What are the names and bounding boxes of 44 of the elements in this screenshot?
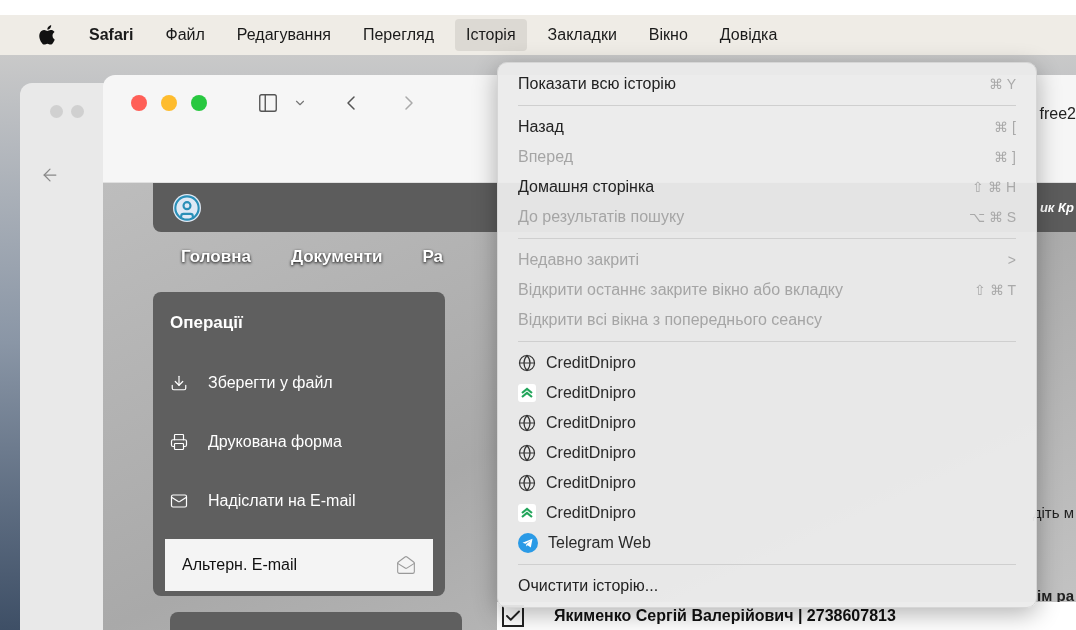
history-entry[interactable]: CreditDnipro <box>498 438 1036 468</box>
menu-bar-item[interactable]: Редагування <box>225 19 342 51</box>
chevrons-up-icon <box>518 504 536 522</box>
history-entry[interactable]: CreditDnipro <box>498 468 1036 498</box>
operation-item[interactable]: Надіслати на E-mail <box>170 471 433 531</box>
maximize-icon[interactable] <box>191 95 207 111</box>
history-entry[interactable]: Telegram Web <box>498 528 1036 558</box>
menu-bar-item[interactable]: Файл <box>154 19 216 51</box>
menu-item[interactable]: Показати всю історію ⌘ Y <box>498 69 1036 99</box>
menu-item[interactable]: Назад ⌘ [ <box>498 112 1036 142</box>
menu-bar-item[interactable]: Перегляд <box>351 19 445 51</box>
menu-bar-item[interactable]: Закладки <box>536 19 628 51</box>
menu-bar-item[interactable]: Довідка <box>708 19 789 51</box>
apple-logo-icon[interactable] <box>38 24 58 46</box>
mail-icon <box>170 492 188 510</box>
person-label: Якименко Сергій Валерійович | 2738607813 <box>554 606 896 626</box>
open-envelope-icon <box>396 554 416 575</box>
operation-item[interactable]: Зберегти у файл <box>170 353 433 413</box>
page-text: ім ра <box>1037 585 1075 606</box>
panel-title: Операції <box>170 312 244 334</box>
menu-bar-item[interactable]: Історія <box>454 19 527 51</box>
history-entry[interactable]: CreditDnipro <box>498 348 1036 378</box>
download-icon <box>170 374 188 392</box>
history-entry[interactable]: CreditDnipro <box>498 408 1036 438</box>
print-icon <box>170 433 188 451</box>
minimize-icon[interactable] <box>161 95 177 111</box>
paper-plane-icon <box>518 533 538 553</box>
globe-icon <box>518 444 536 462</box>
globe-icon <box>518 354 536 372</box>
globe-icon <box>518 474 536 492</box>
user-avatar-icon[interactable] <box>173 193 201 222</box>
menu-item[interactable]: Очистити історію... <box>498 571 1036 601</box>
operation-item[interactable]: Друкована форма <box>170 412 433 472</box>
header-text: ик Кр <box>1039 198 1074 217</box>
menu-item[interactable]: Домашня сторінка ⇧ ⌘ H <box>498 172 1036 202</box>
close-icon[interactable] <box>131 95 147 111</box>
history-entry[interactable]: CreditDnipro <box>498 378 1036 408</box>
sidebar-icon[interactable] <box>257 92 279 114</box>
address-text[interactable]: free2 <box>1039 102 1076 126</box>
chevrons-up-icon <box>518 384 536 402</box>
alt-email-button[interactable]: Альтерн. E-mail <box>165 538 433 591</box>
menu-bar-item[interactable]: Safari <box>78 19 145 51</box>
globe-icon <box>518 414 536 432</box>
menu-bar-item[interactable]: Вікно <box>637 19 699 51</box>
